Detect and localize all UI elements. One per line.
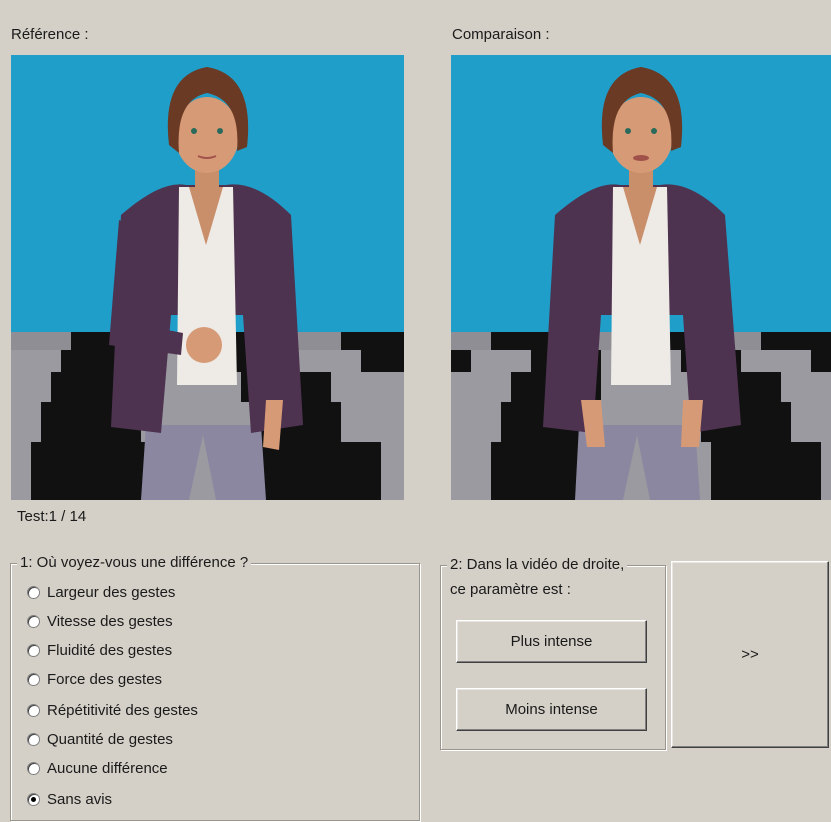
option-label: Quantité de gestes	[47, 730, 173, 748]
option-label: Fluidité des gestes	[47, 641, 173, 659]
intensity-question-legend-line2: ce paramètre est :	[450, 581, 571, 598]
less-intense-button[interactable]: Moins intense	[456, 688, 647, 731]
option-repetitivite[interactable]: Répétitivité des gestes	[27, 699, 198, 721]
intensity-question-legend-line1: 2: Dans la vidéo de droite,	[447, 556, 628, 573]
test-counter: Test:1 / 14	[17, 508, 87, 525]
option-largeur[interactable]: Largeur des gestes	[27, 581, 175, 603]
option-force[interactable]: Force des gestes	[27, 668, 162, 690]
option-label: Largeur des gestes	[47, 583, 176, 601]
comparison-video-frame	[451, 55, 831, 500]
radio-button[interactable]	[27, 614, 40, 628]
radio-button[interactable]	[27, 761, 40, 775]
radio-button-selected[interactable]	[27, 792, 40, 806]
reference-label: Référence :	[11, 26, 89, 43]
reference-video-frame	[11, 55, 404, 500]
comparison-label: Comparaison :	[452, 26, 550, 43]
option-aucune-difference[interactable]: Aucune différence	[27, 757, 168, 779]
intensity-groupbox: 2: Dans la vidéo de droite, ce paramètre…	[440, 556, 666, 750]
radio-button[interactable]	[27, 672, 40, 686]
option-label: Aucune différence	[47, 759, 168, 777]
radio-button[interactable]	[27, 732, 40, 746]
option-sans-avis[interactable]: Sans avis	[27, 788, 112, 810]
difference-groupbox: 1: Où voyez-vous une différence ? Largeu…	[10, 554, 420, 821]
radio-button[interactable]	[27, 585, 40, 599]
more-intense-button[interactable]: Plus intense	[456, 620, 647, 663]
next-button[interactable]: >>	[671, 561, 829, 748]
option-label: Sans avis	[47, 790, 113, 808]
option-label: Force des gestes	[47, 670, 163, 688]
option-quantite[interactable]: Quantité de gestes	[27, 728, 173, 750]
radio-button[interactable]	[27, 703, 40, 717]
difference-question-legend: 1: Où voyez-vous une différence ?	[17, 554, 252, 571]
option-fluidite[interactable]: Fluidité des gestes	[27, 639, 172, 661]
reference-video[interactable]	[11, 55, 404, 500]
option-vitesse[interactable]: Vitesse des gestes	[27, 610, 173, 632]
option-label: Répétitivité des gestes	[47, 701, 198, 719]
comparison-video[interactable]	[451, 55, 831, 500]
radio-button[interactable]	[27, 643, 40, 657]
option-label: Vitesse des gestes	[47, 612, 173, 630]
